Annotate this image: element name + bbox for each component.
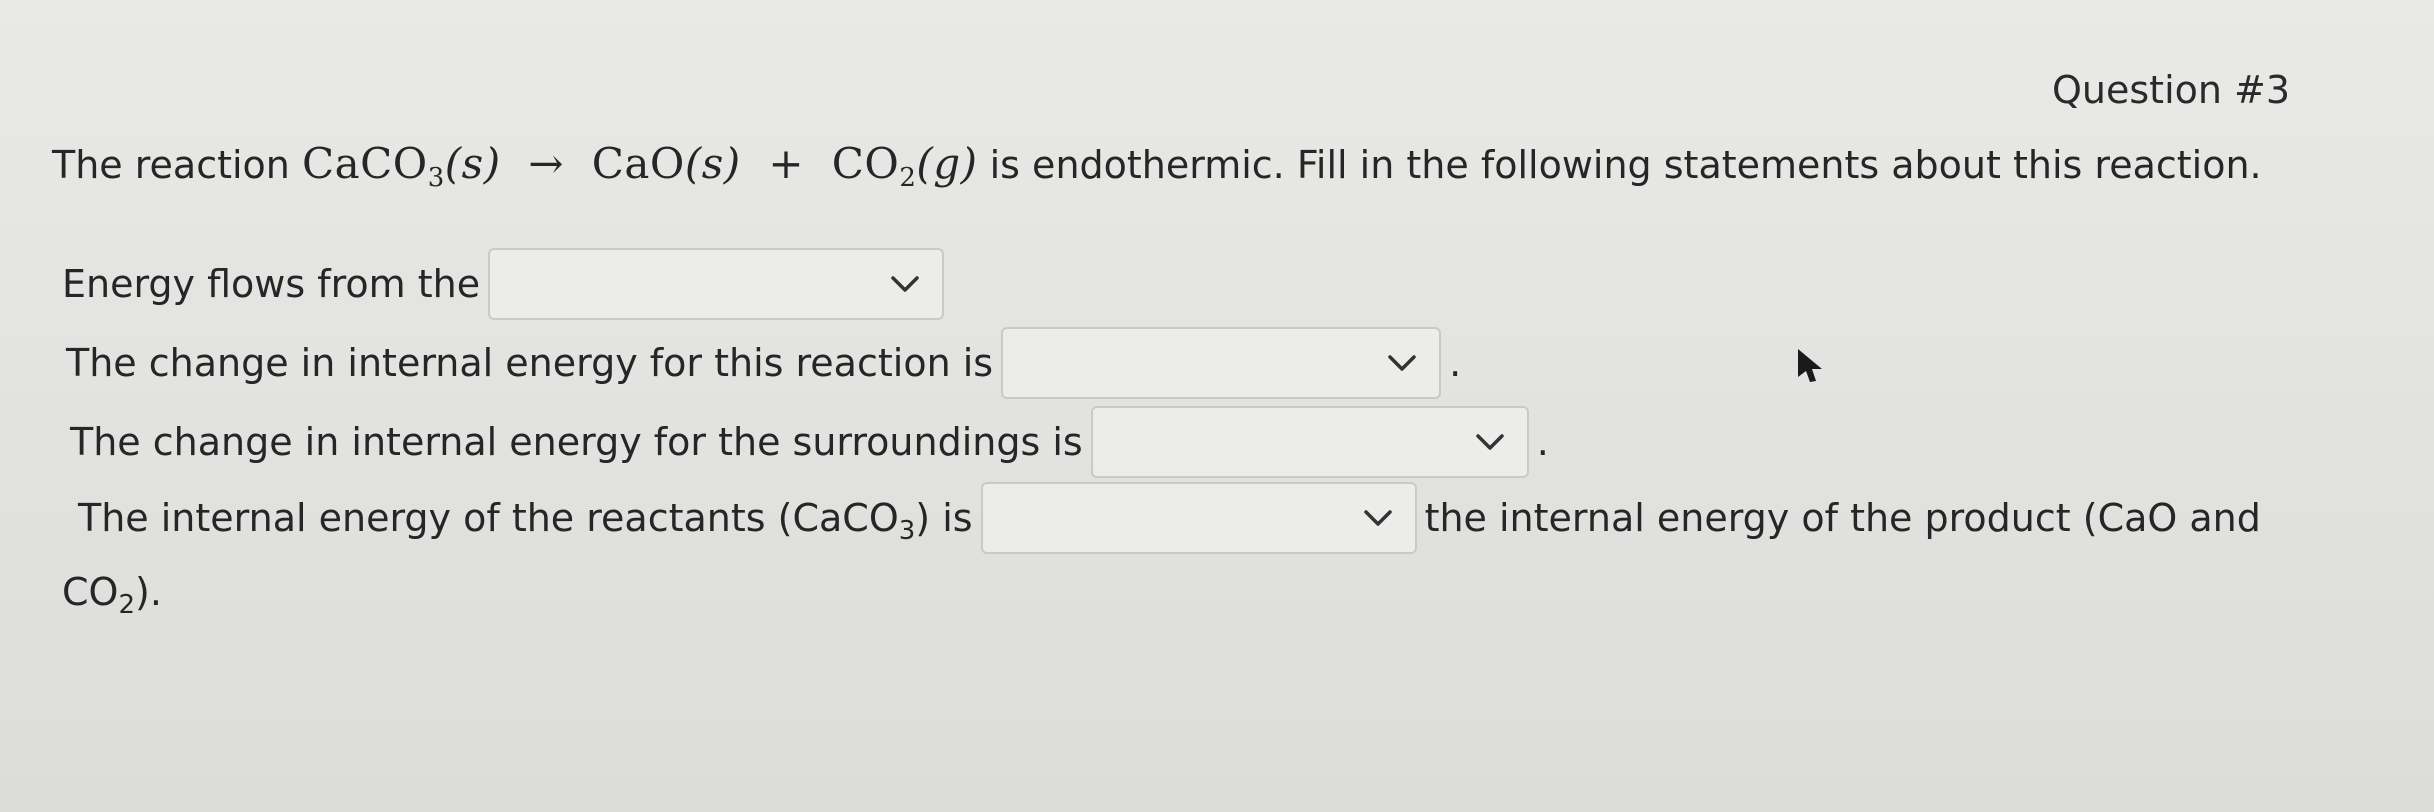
- reactant-formula: CaCO: [301, 139, 428, 188]
- chevron-down-icon: [1475, 434, 1504, 450]
- statement-surroundings-internal-energy: The change in internal energy for the su…: [70, 406, 1549, 478]
- statement-reaction-internal-energy: The change in internal energy for this r…: [66, 327, 1461, 399]
- surroundings-internal-energy-dropdown[interactable]: [1090, 406, 1529, 478]
- statement-2-period: .: [1449, 341, 1462, 385]
- reactant-product-energy-dropdown[interactable]: [980, 482, 1417, 554]
- statement-3-period: .: [1536, 420, 1549, 464]
- statement-4-text-after: the internal energy of the product (CaO …: [1424, 496, 2261, 540]
- statement-energy-flow: Energy flows from the: [62, 248, 952, 320]
- statement-4-before-end: ) is: [915, 496, 973, 540]
- chevron-down-icon: [891, 276, 919, 292]
- question-page: Question #3 The reaction CaCO3(s) → CaO(…: [0, 0, 2434, 812]
- plus-sign: +: [768, 139, 805, 188]
- statement-1-text: Energy flows from the: [62, 262, 481, 306]
- statement-4-before-subscript: 3: [898, 516, 916, 546]
- statement-3-text: The change in internal energy for the su…: [70, 420, 1083, 464]
- reaction-arrow: →: [528, 139, 564, 188]
- question-number: Question #3: [2052, 68, 2291, 112]
- reaction-internal-energy-dropdown[interactable]: [1001, 327, 1442, 399]
- statement-4-wrap-end: ).: [135, 570, 162, 614]
- statement-reactant-vs-product-energy: The internal energy of the reactants (Ca…: [78, 482, 2261, 554]
- prompt-prefix: The reaction: [52, 143, 302, 187]
- reactant-subscript: 3: [427, 163, 445, 193]
- statement-4-before-main: The internal energy of the reactants (Ca…: [78, 496, 899, 540]
- statement-4-text-before: The internal energy of the reactants (Ca…: [78, 496, 973, 544]
- reactant-state: (s): [444, 139, 501, 188]
- product1-state: (s): [684, 139, 741, 188]
- product1-formula: CaO: [591, 139, 685, 188]
- product2-state: (g): [916, 139, 978, 188]
- mouse-pointer-icon: [1798, 349, 1822, 382]
- question-prompt: The reaction CaCO3(s) → CaO(s) + CO2(g) …: [52, 134, 2392, 195]
- statement-4-wrap-formula: CO: [62, 570, 119, 614]
- prompt-suffix: is endothermic. Fill in the following st…: [977, 143, 2262, 187]
- product2-subscript: 2: [899, 163, 917, 193]
- product2-formula: CO: [831, 139, 900, 188]
- energy-flow-dropdown[interactable]: [488, 248, 945, 320]
- statement-4-wrap-subscript: 2: [118, 590, 135, 620]
- chevron-down-icon: [1388, 355, 1416, 371]
- reaction-equation: CaCO3(s) → CaO(s) + CO2(g): [301, 139, 978, 191]
- statement-4-continuation: CO2).: [62, 570, 162, 618]
- statement-2-text: The change in internal energy for this r…: [66, 341, 994, 385]
- chevron-down-icon: [1363, 510, 1392, 526]
